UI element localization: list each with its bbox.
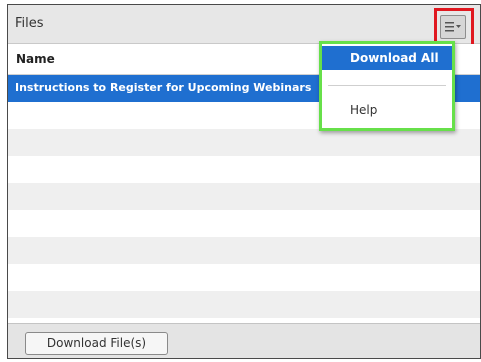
column-header-name: Name: [16, 52, 55, 66]
file-row-empty: [8, 264, 480, 291]
pod-menu-button[interactable]: [440, 15, 466, 39]
file-row-empty: [8, 156, 480, 183]
menu-item-label: Help: [350, 103, 378, 117]
pod-options-menu: Download All Help: [319, 41, 455, 131]
list-menu-icon: [445, 22, 461, 32]
file-row-empty: [8, 129, 480, 156]
file-row-empty: [8, 183, 480, 210]
menu-item-help[interactable]: Help: [322, 99, 452, 121]
files-title-bar: Files: [8, 5, 480, 49]
menu-separator: [328, 85, 446, 86]
file-row-empty: [8, 210, 480, 237]
file-row-empty: [8, 237, 480, 264]
files-footer: Download File(s): [8, 323, 480, 358]
download-files-button[interactable]: Download File(s): [25, 332, 168, 355]
menu-item-label: Download All: [350, 51, 439, 65]
file-name: Instructions to Register for Upcoming We…: [15, 81, 312, 94]
file-row-empty: [8, 291, 480, 318]
files-title: Files: [15, 16, 44, 31]
menu-item-download-all[interactable]: Download All: [322, 46, 452, 70]
